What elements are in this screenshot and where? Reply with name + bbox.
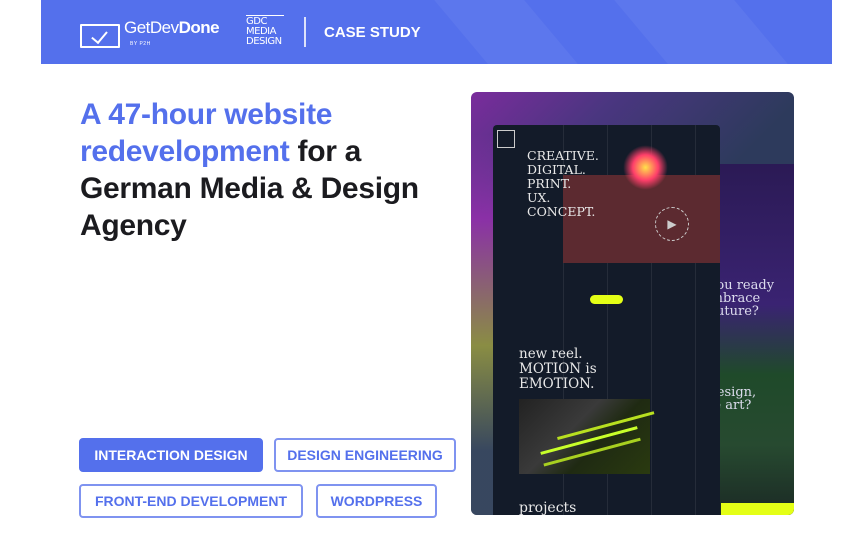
tag-front-end-development[interactable]: FRONT-END DEVELOPMENT <box>79 484 303 518</box>
decorative-shape <box>434 0 578 64</box>
tag-interaction-design[interactable]: INTERACTION DESIGN <box>79 438 263 472</box>
mockup-front-page: ▶ CREATIVE. DIGITAL. PRINT. UX. CONCEPT.… <box>493 125 720 515</box>
decorative-shape <box>614 0 788 64</box>
divider <box>304 17 306 47</box>
gdc-logo-mark <box>497 130 515 148</box>
play-icon: ▶ <box>655 207 689 241</box>
website-mockup-image: ews re you ready o embrace ne future? ss… <box>471 92 794 515</box>
tag-wordpress[interactable]: WORDPRESS <box>316 484 437 518</box>
yellow-button <box>590 295 623 304</box>
tag-design-engineering[interactable]: DESIGN ENGINEERING <box>274 438 456 472</box>
gdc-media-design-logo: GDC MEDIA DESIGN <box>246 15 284 47</box>
getdevdone-logo[interactable]: GetDevDone BY P2H <box>80 19 220 52</box>
case-study-label: CASE STUDY <box>324 24 421 41</box>
monitor-check-icon <box>80 24 120 48</box>
reel-video-thumbnail <box>519 399 650 474</box>
header-banner: GetDevDone BY P2H GDC MEDIA DESIGN CASE S… <box>41 0 832 64</box>
page-title: A 47-hour website redevelopment for a Ge… <box>80 98 419 242</box>
